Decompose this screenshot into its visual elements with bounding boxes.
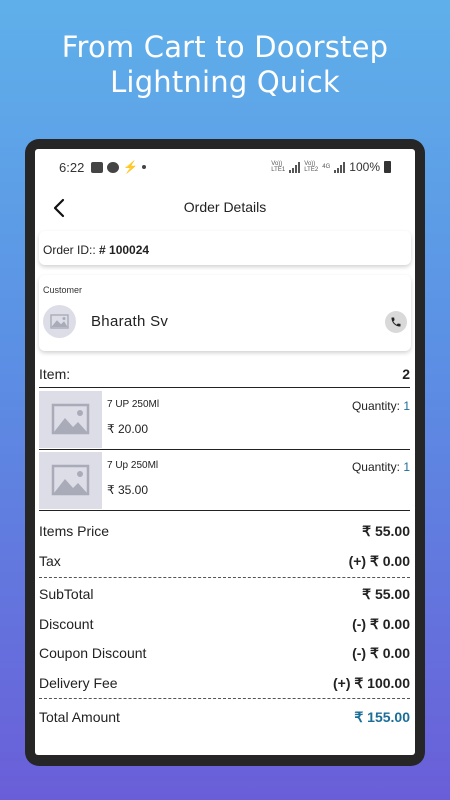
- call-customer-button[interactable]: [385, 311, 407, 333]
- order-id-value: # 100024: [99, 243, 150, 257]
- delivery-fee-label: Delivery Fee: [39, 675, 118, 691]
- status-time: 6:22: [59, 160, 85, 175]
- discount-value: (-) ₹ 0.00: [352, 616, 410, 632]
- total-amount-value: ₹ 155.00: [354, 709, 410, 725]
- tax-value: (+) ₹ 0.00: [348, 553, 410, 569]
- product-thumbnail: [39, 391, 102, 448]
- product-name: 7 Up 250Ml: [107, 460, 159, 471]
- customer-label: Customer: [43, 285, 83, 295]
- items-price-label: Items Price: [39, 523, 110, 539]
- divider: [39, 510, 410, 511]
- items-price-row: Items Price ₹ 55.00: [39, 523, 410, 539]
- headline-line-1: From Cart to Doorstep: [61, 30, 389, 64]
- image-placeholder-icon: [51, 464, 90, 496]
- order-id-label: Order ID::: [43, 243, 100, 257]
- more-notifications-dot: [141, 165, 146, 169]
- status-bar: 6:22 ⚡ Vo)) LTE1 Vo)) LTE2 4G 100%: [35, 149, 415, 183]
- quantity-label: Quantity:: [351, 460, 404, 474]
- signal1-icon: [289, 161, 301, 173]
- product-price: ₹ 20.00: [107, 422, 148, 436]
- page-title: Order Details: [183, 199, 267, 215]
- gallery-icon: [91, 161, 103, 173]
- discount-label: Discount: [39, 616, 94, 632]
- headline-line-2: Lightning Quick: [110, 65, 340, 99]
- quantity-value: 1: [403, 460, 410, 474]
- dashed-divider: [39, 577, 410, 578]
- app-screen: 6:22 ⚡ Vo)) LTE1 Vo)) LTE2 4G 100% Order…: [35, 149, 415, 755]
- customer-name: Bharath Sv: [91, 313, 169, 330]
- signal2-icon: [334, 161, 346, 173]
- volte2-icon: Vo)) LTE2: [304, 161, 319, 173]
- customer-avatar: [43, 305, 76, 338]
- battery-percent: 100%: [349, 160, 380, 174]
- app-bar: Order Details: [35, 183, 415, 231]
- items-count: 2: [402, 366, 410, 382]
- items-label: Item:: [39, 366, 71, 382]
- image-placeholder-icon: [50, 314, 69, 329]
- product-name: 7 UP 250Ml: [107, 399, 160, 410]
- system-icons: Vo)) LTE1 Vo)) LTE2 4G 100%: [271, 160, 391, 174]
- coupon-discount-value: (-) ₹ 0.00: [352, 645, 410, 661]
- message-icon: [107, 161, 119, 173]
- product-thumbnail: [39, 452, 102, 509]
- order-id: Order ID:: # 100024: [43, 243, 149, 257]
- coupon-discount-row: Coupon Discount (-) ₹ 0.00: [39, 645, 410, 661]
- dashed-divider: [39, 698, 410, 699]
- order-id-card: Order ID:: # 100024: [39, 231, 411, 265]
- network-4g-icon: 4G: [322, 164, 331, 170]
- discount-row: Discount (-) ₹ 0.00: [39, 616, 410, 632]
- subtotal-row: SubTotal ₹ 55.00: [39, 586, 410, 602]
- tax-label: Tax: [39, 553, 61, 569]
- divider: [39, 449, 410, 450]
- tax-row: Tax (+) ₹ 0.00: [39, 553, 410, 569]
- product-quantity: Quantity: 1: [352, 399, 410, 413]
- total-amount-label: Total Amount: [39, 709, 120, 725]
- list-item[interactable]: 7 Up 250Ml ₹ 35.00 Quantity: 1: [39, 452, 410, 509]
- subtotal-value: ₹ 55.00: [362, 586, 410, 602]
- product-quantity: Quantity: 1: [352, 460, 410, 474]
- promo-headline: From Cart to Doorstep Lightning Quick: [0, 30, 450, 100]
- list-item[interactable]: 7 UP 250Ml ₹ 20.00 Quantity: 1: [39, 391, 410, 448]
- product-price: ₹ 35.00: [107, 483, 148, 497]
- coupon-discount-label: Coupon Discount: [39, 645, 147, 661]
- divider: [39, 387, 410, 388]
- quantity-label: Quantity:: [351, 399, 404, 413]
- notification-icons: ⚡: [91, 160, 146, 174]
- total-amount-row: Total Amount ₹ 155.00: [39, 709, 410, 725]
- delivery-fee-value: (+) ₹ 100.00: [332, 675, 410, 691]
- app-k-icon: ⚡: [123, 160, 138, 174]
- volte1-icon: Vo)) LTE1: [271, 161, 286, 173]
- customer-card: Customer Bharath Sv: [39, 275, 411, 351]
- battery-icon: [384, 161, 391, 173]
- delivery-fee-row: Delivery Fee (+) ₹ 100.00: [39, 675, 410, 691]
- items-header: Item: 2: [39, 366, 410, 382]
- items-price-value: ₹ 55.00: [362, 523, 410, 539]
- quantity-value: 1: [403, 399, 410, 413]
- image-placeholder-icon: [51, 403, 90, 435]
- phone-icon: [391, 317, 401, 327]
- subtotal-label: SubTotal: [39, 586, 94, 602]
